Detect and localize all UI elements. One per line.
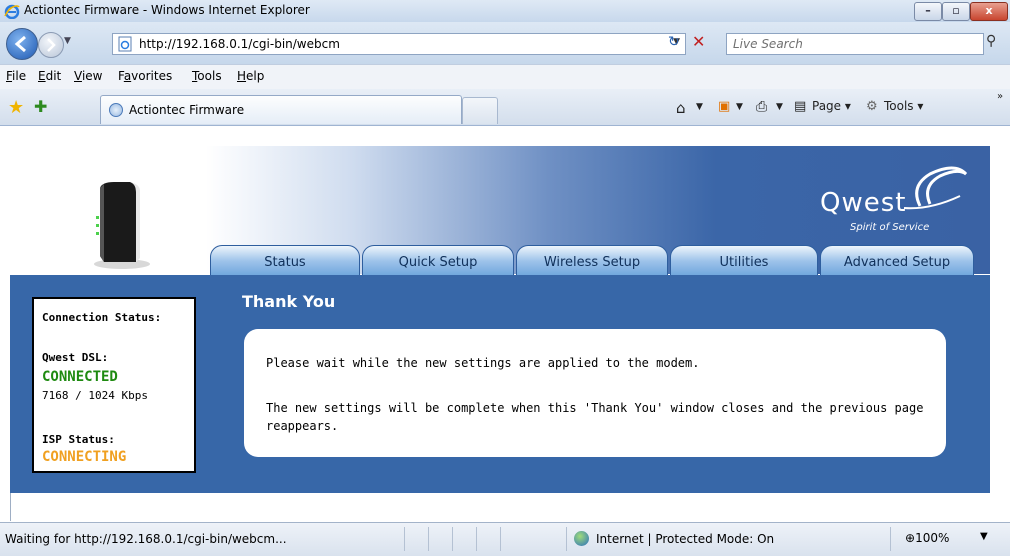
address-url: http://192.168.0.1/cgi-bin/webcm (139, 37, 340, 51)
connection-status-box: Connection Status: Qwest DSL: CONNECTED … (32, 297, 196, 473)
connection-status-heading: Connection Status: (42, 311, 162, 324)
back-arrow-icon (14, 35, 26, 53)
isp-label: ISP Status: (42, 433, 115, 446)
forward-button[interactable] (38, 32, 64, 58)
window-title: Actiontec Firmware - Windows Internet Ex… (24, 3, 310, 17)
banner-top-margin (10, 126, 990, 146)
toolbar-overflow-icon[interactable]: » (997, 91, 1003, 102)
status-divider (476, 527, 477, 551)
maximize-icon: ▫ (952, 4, 960, 17)
zoom-icon: ⊕ (905, 531, 916, 545)
close-button[interactable]: x (970, 2, 1008, 21)
search-placeholder: Live Search (733, 37, 803, 51)
page-menu-icon: ▤ (794, 99, 807, 114)
menu-view[interactable]: View (74, 69, 102, 83)
navigation-bar: ▼ http://192.168.0.1/cgi-bin/webcm ▼ ↻ ✕… (0, 22, 1010, 64)
menu-tools[interactable]: Tools (192, 69, 222, 83)
back-button[interactable] (6, 28, 38, 60)
tab-advanced-setup[interactable]: Advanced Setup (820, 245, 974, 276)
page-title: Thank You (242, 292, 336, 311)
feeds-icon[interactable]: ▣ (718, 99, 730, 114)
search-input[interactable]: Live Search (726, 33, 984, 55)
tab-quick-setup[interactable]: Quick Setup (362, 245, 514, 276)
dsl-label: Qwest DSL: (42, 351, 109, 364)
content-left-margin (0, 126, 10, 502)
refresh-icon[interactable]: ↻ (668, 34, 680, 50)
print-dropdown-icon[interactable]: ▼ (776, 102, 783, 112)
dsl-state: CONNECTED (42, 369, 118, 385)
status-divider (428, 527, 429, 551)
content-bottom (10, 493, 991, 521)
maximize-button[interactable]: ▫ (942, 2, 970, 21)
stop-icon[interactable]: ✕ (692, 32, 705, 51)
message-line-2: The new settings will be complete when t… (266, 401, 924, 415)
zoom-value: 100% (915, 531, 950, 545)
new-tab-button[interactable] (462, 97, 498, 124)
minimize-icon: – (925, 4, 931, 17)
menu-favorites[interactable]: Favorites (118, 69, 172, 83)
qwest-tagline: Spirit of Service (850, 222, 930, 233)
tab-actiontec-firmware[interactable]: Actiontec Firmware (100, 95, 462, 124)
forward-arrow-icon (47, 38, 56, 52)
status-bar: Waiting for http://192.168.0.1/cgi-bin/w… (0, 522, 1010, 556)
dsl-rate: 7168 / 1024 Kbps (42, 389, 148, 402)
menu-edit[interactable]: Edit (38, 69, 61, 83)
status-text: Waiting for http://192.168.0.1/cgi-bin/w… (5, 532, 287, 546)
zoom-level[interactable]: ⊕100% (905, 531, 949, 545)
tools-menu-button[interactable]: Tools ▾ (884, 99, 923, 113)
message-box: Please wait while the new settings are a… (244, 329, 946, 457)
feeds-dropdown-icon[interactable]: ▼ (736, 102, 743, 112)
content-right-margin (990, 126, 1010, 502)
add-favorites-icon[interactable]: ✚ (34, 97, 47, 116)
menu-file[interactable]: File (6, 69, 26, 83)
status-divider (452, 527, 453, 551)
qwest-logo: Qwest (820, 188, 907, 218)
favorites-center-icon[interactable]: ★ (8, 97, 24, 118)
title-bar: Actiontec Firmware - Windows Internet Ex… (0, 0, 1010, 23)
qwest-swoosh-icon (903, 166, 968, 210)
tools-menu-label: Tools (884, 99, 914, 113)
modem-image-icon (94, 182, 150, 269)
message-line-1: Please wait while the new settings are a… (266, 356, 700, 370)
menu-bar: File Edit View Favorites Tools Help (0, 64, 1010, 90)
tab-bar: ★ ✚ Actiontec Firmware ⌂ ▼ ▣ ▼ ⎙ ▼ ▤ Pag… (0, 89, 1010, 126)
page-menu-label: Page (812, 99, 842, 113)
message-line-3: reappears. (266, 419, 339, 433)
print-icon[interactable]: ⎙ (756, 99, 767, 115)
loading-icon (109, 103, 123, 117)
status-divider (500, 527, 501, 551)
isp-state: CONNECTING (42, 449, 127, 465)
status-divider (890, 527, 891, 551)
close-icon: x (985, 4, 993, 17)
tab-utilities[interactable]: Utilities (670, 245, 818, 276)
home-icon[interactable]: ⌂ (676, 99, 686, 117)
minimize-button[interactable]: – (914, 2, 942, 21)
page-menu-button[interactable]: Page ▾ (812, 99, 851, 113)
address-field[interactable]: http://192.168.0.1/cgi-bin/webcm ▼ (112, 33, 686, 55)
menu-help[interactable]: Help (237, 69, 264, 83)
tab-title: Actiontec Firmware (129, 103, 245, 117)
status-divider (566, 527, 567, 551)
internet-zone-icon (574, 531, 589, 546)
search-icon[interactable]: ⚲ (986, 33, 996, 49)
tab-status[interactable]: Status (210, 245, 360, 276)
recent-pages-dropdown[interactable]: ▼ (64, 36, 71, 46)
status-divider (404, 527, 405, 551)
tools-gear-icon: ⚙ (866, 99, 878, 114)
home-dropdown-icon[interactable]: ▼ (696, 102, 703, 112)
security-zone[interactable]: Internet | Protected Mode: On (596, 532, 774, 546)
tab-wireless-setup[interactable]: Wireless Setup (516, 245, 668, 276)
zoom-dropdown-icon[interactable]: ▼ (980, 531, 988, 542)
ie-logo-icon (4, 4, 20, 19)
page-icon (118, 36, 132, 52)
